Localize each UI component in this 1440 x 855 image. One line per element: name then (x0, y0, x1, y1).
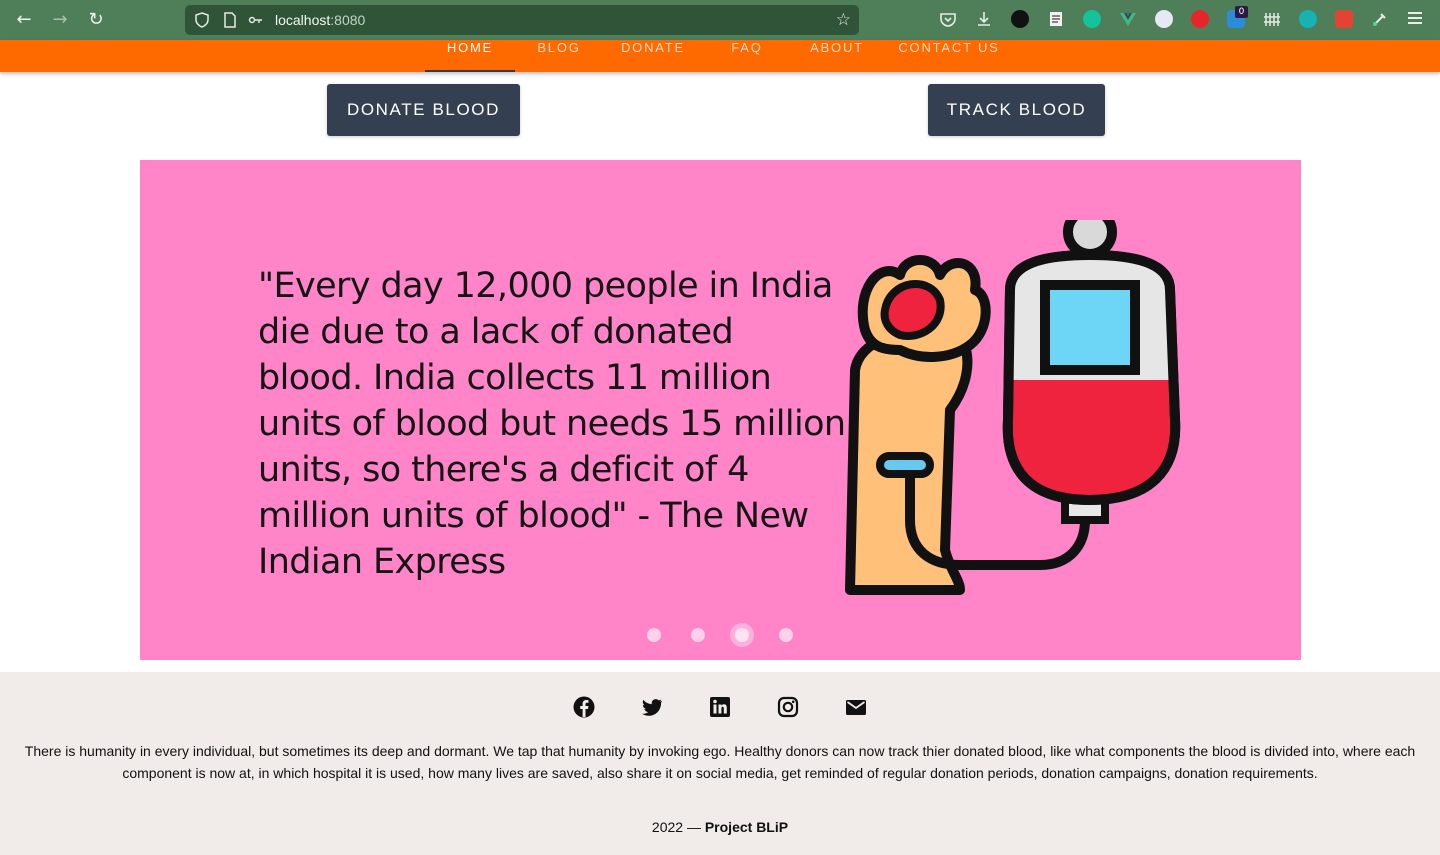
privacy-icon[interactable] (1191, 10, 1209, 28)
carousel-dot-4[interactable] (779, 628, 793, 642)
download-icon[interactable] (975, 10, 993, 28)
site-footer: There is humanity in every individual, b… (0, 672, 1440, 855)
nav-blog[interactable]: BLOG (530, 40, 588, 72)
address-bar[interactable]: localhost:8080 ☆ (185, 5, 859, 35)
hero-carousel[interactable]: "Every day 12,000 people in India die du… (140, 160, 1301, 660)
shield-icon[interactable] (194, 12, 210, 28)
blood-donation-illustration (845, 220, 1181, 595)
nav-donate[interactable]: DONATE (612, 40, 694, 72)
nav-about[interactable]: ABOUT (803, 40, 871, 72)
project-name: Project BLiP (704, 819, 789, 835)
fence-icon[interactable] (1263, 10, 1281, 28)
permissions-icon[interactable] (248, 12, 264, 28)
donate-blood-button[interactable]: DONATE BLOOD (327, 84, 520, 136)
reload-icon[interactable]: ↻ (85, 9, 107, 31)
url-port: :8080 (330, 12, 366, 28)
linkedin-icon[interactable] (709, 696, 731, 718)
carousel-dot-2[interactable] (691, 628, 705, 642)
vue-devtools-icon[interactable] (1119, 10, 1137, 28)
translate-icon[interactable] (1155, 10, 1173, 28)
pocket-icon[interactable] (939, 10, 957, 28)
facebook-icon[interactable] (573, 696, 595, 718)
copyright-year: 2022 — (651, 819, 701, 835)
forward-icon[interactable]: → (49, 9, 71, 31)
extension-badge-count: 0 (1235, 6, 1248, 18)
nav-faq[interactable]: FAQ (724, 40, 770, 72)
url-text[interactable]: localhost:8080 (275, 12, 365, 28)
carousel-dot-3[interactable] (735, 628, 749, 642)
m-extension-icon[interactable] (1299, 10, 1317, 28)
email-icon[interactable] (845, 696, 867, 718)
site-navbar: HOME BLOG DONATE FAQ ABOUT CONTACT US (0, 40, 1440, 72)
page-icon[interactable] (222, 12, 238, 28)
carousel-quote: "Every day 12,000 people in India die du… (258, 266, 846, 582)
todoist-icon[interactable] (1335, 10, 1353, 28)
carousel-indicators (645, 627, 805, 643)
nav-home[interactable]: HOME (425, 40, 515, 72)
url-host: localhost (275, 12, 331, 28)
nav-contact[interactable]: CONTACT US (894, 40, 1004, 72)
browser-toolbar: ← → ↻ localhost:8080 ☆ 0 (0, 0, 1440, 40)
track-blood-button[interactable]: TRACK BLOOD (928, 84, 1105, 136)
eyedropper-icon[interactable] (1371, 10, 1389, 28)
bookmark-star-icon[interactable]: ☆ (836, 10, 851, 30)
footer-about-text: There is humanity in every individual, b… (24, 743, 1416, 781)
instagram-icon[interactable] (777, 696, 799, 718)
back-icon[interactable]: ← (13, 9, 35, 31)
hamburger-menu-icon[interactable] (1408, 12, 1422, 24)
carousel-dot-1[interactable] (647, 628, 661, 642)
grammarly-icon[interactable] (1083, 10, 1101, 28)
notes-icon[interactable] (1047, 10, 1065, 28)
footer-copyright: 2022 — Project BLiP (0, 819, 1440, 835)
extension-icon[interactable] (1011, 10, 1029, 28)
twitter-icon[interactable] (641, 696, 663, 718)
